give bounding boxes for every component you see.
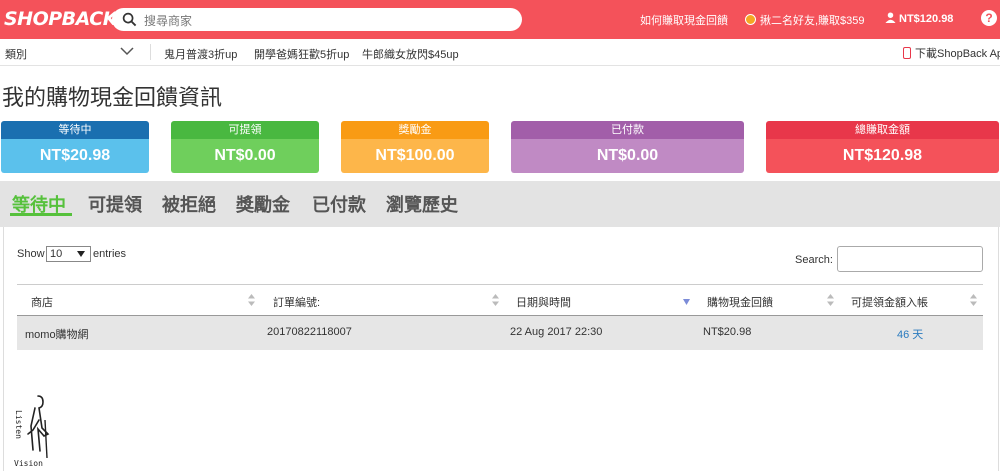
help-icon[interactable]: ?: [981, 10, 997, 26]
entries-selected-value: 10: [50, 248, 63, 260]
balance-label: NT$120.98: [899, 13, 954, 25]
entries-label: entries: [93, 248, 127, 260]
table-search-input[interactable]: [837, 246, 983, 272]
active-tab-indicator: [10, 213, 72, 216]
referral-label: 揪二名好友,賺取$359: [760, 15, 865, 27]
cell-store: momo購物網: [25, 329, 89, 341]
card-label: 已付款: [511, 121, 744, 139]
dropdown-arrow-icon: [77, 251, 85, 257]
svg-text:Listen: Listen: [14, 410, 23, 439]
referral-link[interactable]: 揪二名好友,賺取$359: [745, 12, 865, 28]
tab-bar: [0, 181, 1000, 227]
tab-rejected[interactable]: 被拒絕: [162, 191, 216, 217]
sort-descending-icon[interactable]: [683, 299, 690, 305]
listen-vision-watermark: Listen Vision: [14, 395, 50, 468]
card-value: NT$0.00: [171, 139, 319, 173]
card-label: 等待中: [1, 121, 149, 139]
cell-order-number: 20170822118007: [267, 326, 352, 338]
column-header-order-number[interactable]: 訂單編號:: [273, 294, 320, 310]
show-label: Show: [17, 248, 45, 260]
card-value: NT$100.00: [341, 139, 489, 173]
table-search-label: Search:: [795, 254, 833, 266]
pending-summary-card: 等待中 NT$20.98: [1, 121, 149, 173]
promo-link[interactable]: 開學爸媽狂歡5折up: [254, 46, 349, 62]
column-header-available-in[interactable]: 可提領金額入帳: [851, 294, 928, 310]
download-app-label: 下載ShopBack App: [915, 48, 1000, 60]
total-earned-summary-card: 總賺取金額 NT$120.98: [766, 121, 999, 173]
divider: [150, 44, 151, 60]
bonus-summary-card: 獎勵金 NT$100.00: [341, 121, 489, 173]
category-dropdown-label[interactable]: 類別: [5, 46, 27, 62]
promo-link[interactable]: 鬼月普渡3折up: [164, 46, 237, 62]
entries-per-page-select[interactable]: 10: [46, 246, 91, 262]
card-value: NT$120.98: [766, 139, 999, 173]
top-navigation-bar: SHOPBACK 搜尋商家 如何賺取現金回饋 揪二名好友,賺取$359 NT$1…: [0, 0, 1000, 39]
card-label: 總賺取金額: [766, 121, 999, 139]
withdrawable-summary-card: 可提領 NT$0.00: [171, 121, 319, 173]
paid-summary-card: 已付款 NT$0.00: [511, 121, 744, 173]
sort-icon[interactable]: [970, 294, 977, 306]
tab-bonus[interactable]: 獎勵金: [236, 191, 290, 217]
cell-cashback: NT$20.98: [703, 326, 752, 338]
table-header: 商店 訂單編號: 日期與時間 購物現金回饋 可提領金額入帳: [17, 284, 983, 316]
phone-icon: [903, 47, 911, 59]
tab-browsing-history[interactable]: 瀏覽歷史: [386, 191, 458, 217]
sort-icon[interactable]: [248, 294, 255, 306]
user-icon: [885, 12, 896, 23]
search-icon: [122, 12, 137, 27]
chevron-down-icon[interactable]: [120, 45, 134, 57]
merchant-search-input[interactable]: 搜尋商家: [112, 8, 522, 31]
category-bar: 類別 鬼月普渡3折up 開學爸媽狂歡5折up 牛郎織女放閃$45up 下載Sho…: [0, 39, 1000, 66]
cell-days-until-available[interactable]: 46 天: [897, 326, 923, 342]
card-label: 獎勵金: [341, 121, 489, 139]
column-header-datetime[interactable]: 日期與時間: [516, 294, 571, 310]
cell-datetime: 22 Aug 2017 22:30: [510, 326, 603, 338]
page-title: 我的購物現金回饋資訊: [2, 85, 223, 110]
table-row: momo購物網 20170822118007 22 Aug 2017 22:30…: [17, 316, 983, 350]
account-balance-link[interactable]: NT$120.98: [885, 12, 953, 25]
search-placeholder: 搜尋商家: [144, 14, 193, 28]
tab-paid[interactable]: 已付款: [312, 191, 366, 217]
coin-icon: [745, 14, 756, 25]
svg-text:Vision: Vision: [14, 459, 43, 468]
sort-icon[interactable]: [827, 294, 834, 306]
column-header-store[interactable]: 商店: [31, 294, 53, 310]
column-header-cashback[interactable]: 購物現金回饋: [707, 294, 773, 310]
card-label: 可提領: [171, 121, 319, 139]
card-value: NT$0.00: [511, 139, 744, 173]
card-value: NT$20.98: [1, 139, 149, 173]
tab-withdrawable[interactable]: 可提領: [88, 191, 142, 217]
promo-link[interactable]: 牛郎織女放閃$45up: [362, 46, 459, 62]
download-app-link[interactable]: 下載ShopBack App: [903, 45, 1000, 61]
shopback-logo[interactable]: SHOPBACK: [4, 8, 117, 30]
sort-icon[interactable]: [492, 294, 499, 306]
how-it-works-link[interactable]: 如何賺取現金回饋: [640, 12, 728, 28]
